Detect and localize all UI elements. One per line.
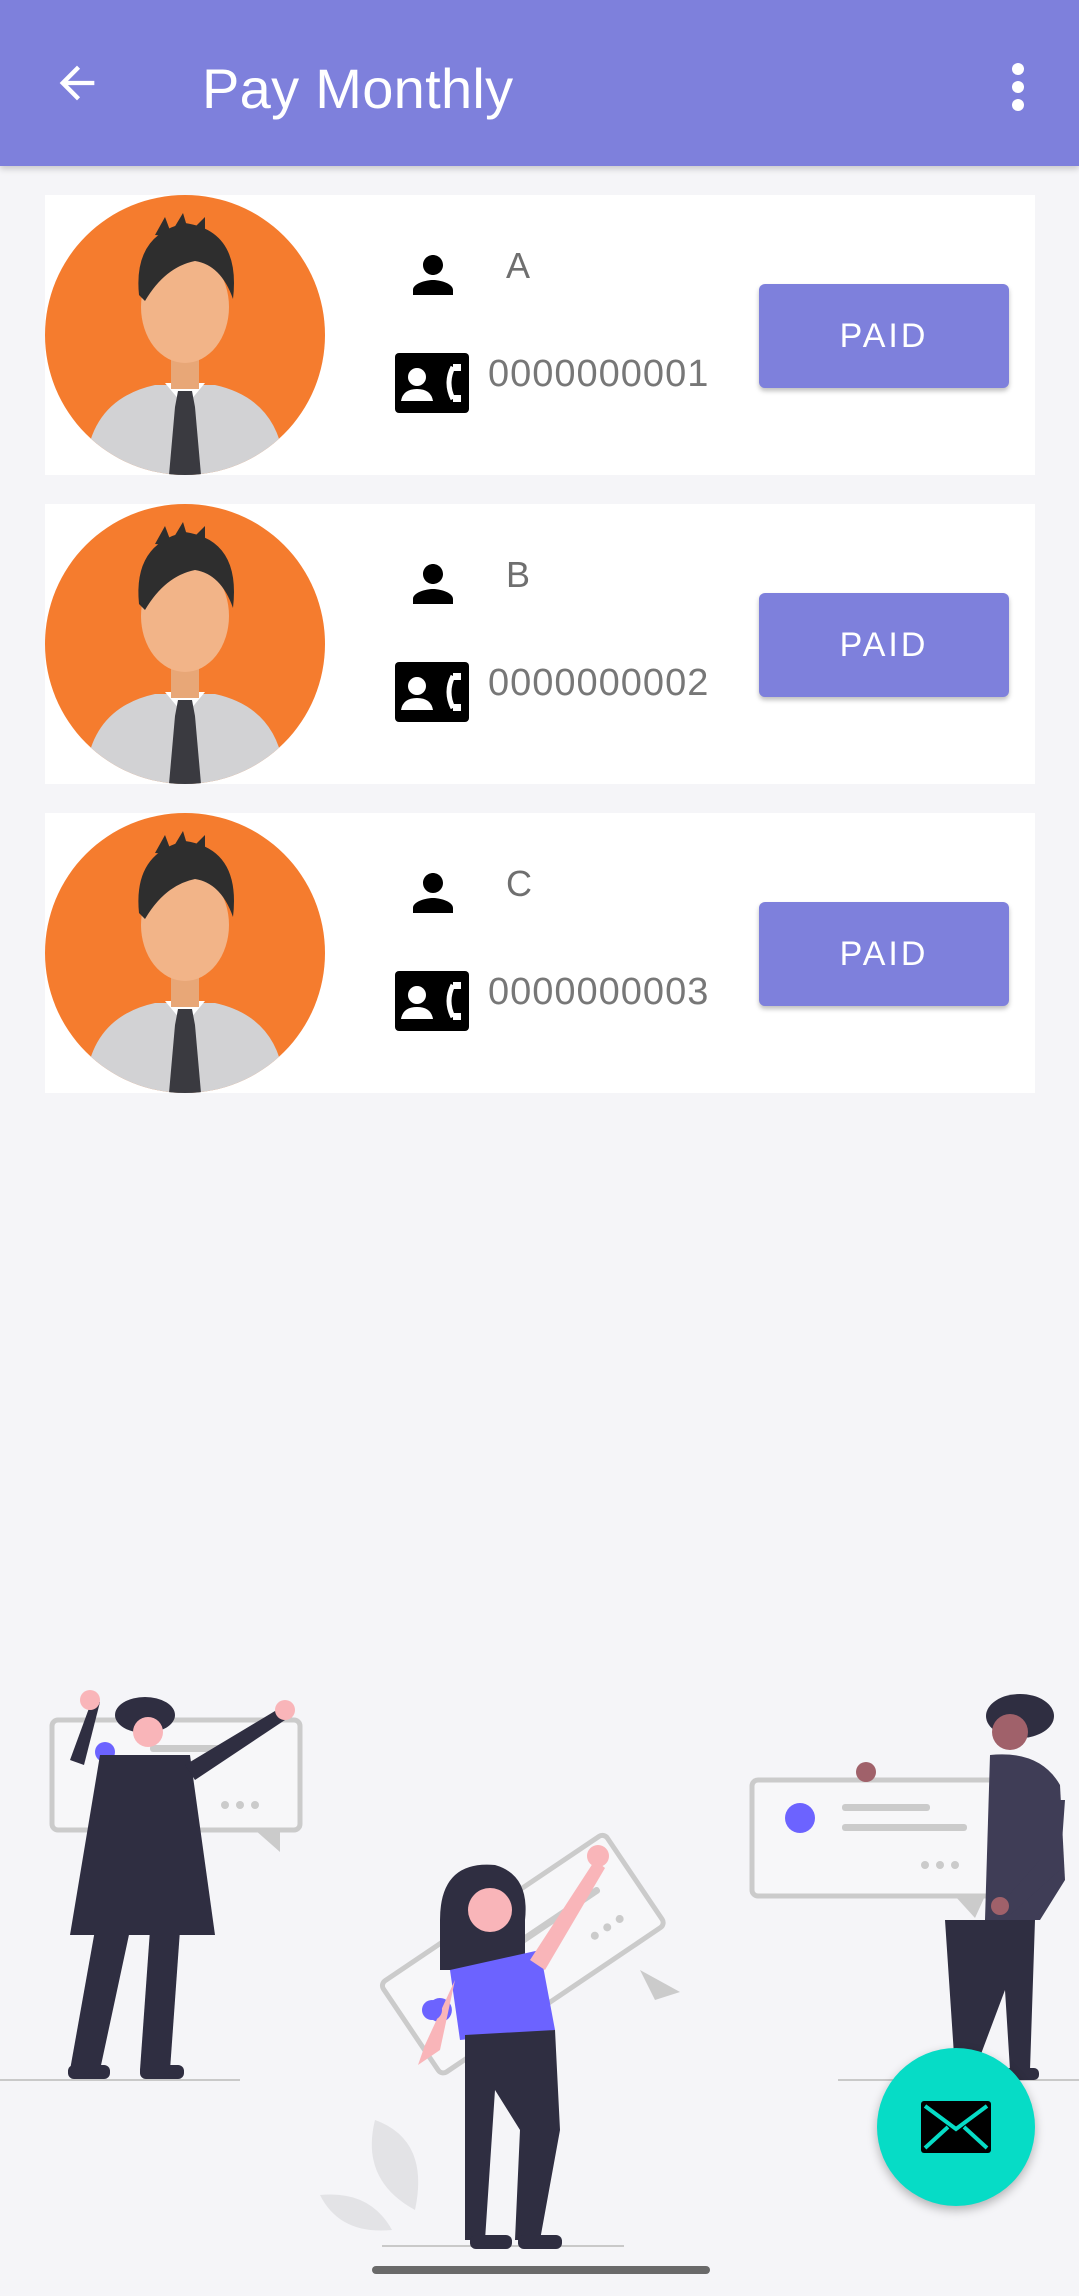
mail-icon [921,2101,991,2153]
arrow-back-icon [59,65,95,101]
page-title: Pay Monthly [202,57,514,120]
more-options-button[interactable] [990,54,1046,120]
customer-card[interactable]: C 0000000003 PAID [45,813,1035,1093]
send-message-fab[interactable] [877,2048,1035,2206]
customer-card[interactable]: B 0000000002 PAID [45,504,1035,784]
contact-phone-icon [395,353,469,413]
contact-phone-icon [395,971,469,1031]
app-bar: Pay Monthly [0,0,1079,166]
person-icon [413,873,453,913]
more-vert-icon [1012,63,1024,111]
customer-name: A [506,245,531,286]
gesture-navigation-bar[interactable] [372,2266,710,2274]
person-icon [413,564,453,604]
avatar-icon [45,813,325,1093]
person-icon [413,255,453,295]
contact-phone-icon [395,662,469,722]
paid-button[interactable]: PAID [759,284,1009,388]
avatar-icon [45,195,325,475]
customer-phone: 0000000002 [488,662,710,704]
customer-card[interactable]: A 0000000001 PAID [45,195,1035,475]
paid-button[interactable]: PAID [759,902,1009,1006]
customer-phone: 0000000001 [488,353,710,395]
customer-name: C [506,863,532,904]
customer-name: B [506,554,531,595]
back-button[interactable] [44,50,110,116]
avatar-icon [45,504,325,784]
paid-button[interactable]: PAID [759,593,1009,697]
customer-phone: 0000000003 [488,971,710,1013]
